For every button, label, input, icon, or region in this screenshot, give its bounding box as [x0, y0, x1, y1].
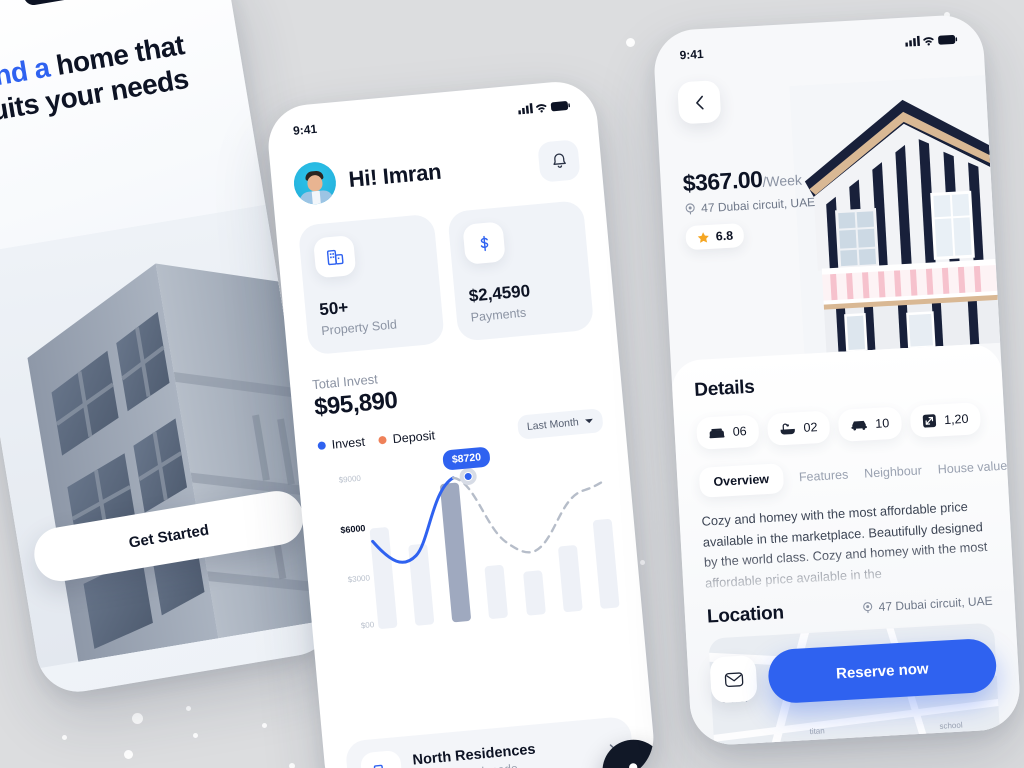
- tab-overview[interactable]: Overview: [698, 463, 784, 498]
- back-button[interactable]: [677, 80, 722, 125]
- invest-chart[interactable]: $9000 $6000 $3000 $00 $8720: [320, 446, 621, 651]
- price-block: $367.00/Week 47 Dubai circuit, UAE 6.8: [682, 163, 817, 251]
- chart-lines: [371, 476, 608, 564]
- stat-card-property-sold[interactable]: 50+ Property Sold: [297, 213, 445, 356]
- price-row: $367.00/Week: [682, 163, 814, 197]
- map-road: [708, 695, 1001, 743]
- decor-dot: [186, 706, 191, 711]
- car-icon: [851, 420, 867, 431]
- period-value: Last Month: [526, 416, 580, 433]
- status-time: 9:41: [679, 46, 705, 63]
- price-value: $367.00: [682, 165, 764, 197]
- greeting-row: Hi! Imran: [292, 138, 581, 206]
- user-icon: [629, 763, 638, 768]
- legend-item-invest: Invest: [317, 434, 366, 453]
- status-icons: [150, 0, 204, 2]
- building-icon: [359, 749, 404, 768]
- map-pin-icon: [863, 601, 873, 614]
- status-bar: 9:41: [653, 27, 984, 67]
- stats-row: 50+ Property Sold $2,4590 Payments: [297, 199, 595, 356]
- chip-value: 06: [732, 424, 748, 439]
- period-dropdown[interactable]: Last Month: [516, 408, 604, 440]
- rating-badge: 6.8: [685, 222, 745, 251]
- reserve-label: Reserve now: [835, 659, 929, 682]
- amenity-chips: 06 02 10 1,20: [695, 402, 983, 450]
- decor-dot: [640, 560, 645, 565]
- chip-bedrooms[interactable]: 06: [695, 414, 760, 450]
- location-address: 47 Dubai circuit, UAE: [861, 594, 993, 615]
- decor-dot: [124, 750, 133, 759]
- location-row: Location 47 Dubai circuit, UAE: [706, 591, 993, 629]
- decor-dot: [626, 38, 635, 47]
- chip-value: 1,20: [943, 411, 969, 428]
- map-label: titan: [809, 726, 825, 736]
- chevron-down-icon: [585, 418, 593, 424]
- legend-label: Invest: [331, 434, 366, 452]
- phone-dashboard: 9:41 Hi! Imran 50+ Property Sold $2,4590…: [264, 78, 658, 768]
- location-address-text: 47 Dubai circuit, UAE: [878, 593, 993, 614]
- building-icon: [312, 234, 357, 279]
- avatar[interactable]: [292, 160, 338, 206]
- decor-dot: [262, 723, 267, 728]
- y-tick: $3000: [347, 573, 371, 585]
- star-icon: [697, 231, 709, 243]
- signal-wifi-battery-icon: [905, 34, 958, 47]
- price-period: /Week: [762, 171, 803, 190]
- page-title: Find a home that suits your needs: [0, 25, 211, 132]
- rating-value: 6.8: [715, 228, 734, 244]
- details-heading: Details: [693, 376, 756, 401]
- details-sheet: Details 06 02 10 1,20 Overview Features …: [670, 342, 1022, 747]
- decor-dot: [193, 733, 198, 738]
- chevron-left-icon: [695, 95, 704, 109]
- property-description: Cozy and homey with the most affordable …: [701, 498, 988, 591]
- y-tick: $6000: [340, 522, 366, 536]
- notifications-button[interactable]: [537, 139, 581, 183]
- property-photo: [789, 75, 1001, 354]
- tab-house-value[interactable]: House value: [937, 459, 1007, 477]
- area-icon: [922, 414, 936, 428]
- y-tick: $9000: [338, 473, 362, 485]
- envelope-icon: [724, 671, 743, 687]
- bed-icon: [709, 428, 725, 439]
- details-tabs: Overview Features Neighbour House value: [698, 452, 1008, 498]
- chip-area[interactable]: 1,20: [909, 402, 982, 438]
- status-icons: [518, 98, 571, 118]
- mockup-stage: 9:41 Find a home that suits your needs: [0, 0, 1024, 768]
- bath-icon: [780, 423, 795, 435]
- map-pin-icon: [685, 203, 695, 215]
- legend-item-deposit: Deposit: [378, 428, 436, 447]
- decor-dot: [132, 713, 143, 724]
- greeting-text: Hi! Imran: [347, 158, 443, 193]
- signal-wifi-battery-icon: [518, 100, 570, 114]
- chip-value: 02: [803, 420, 818, 435]
- bell-icon: [552, 153, 566, 168]
- phone-details: 9:41 $367.00/Week 47 Dubai circuit, UAE …: [652, 13, 1022, 747]
- status-time: 9:41: [292, 121, 318, 138]
- y-tick: $00: [360, 620, 375, 631]
- legend-label: Deposit: [392, 428, 436, 447]
- tab-features[interactable]: Features: [799, 468, 849, 485]
- get-started-label: Get Started: [127, 521, 211, 552]
- stat-card-payments[interactable]: $2,4590 Payments: [447, 199, 595, 342]
- house-illustration: [789, 75, 1001, 354]
- dollar-icon: [462, 221, 506, 265]
- status-icons: [905, 32, 958, 50]
- decor-dot: [62, 735, 67, 740]
- chip-parking[interactable]: 10: [837, 406, 903, 442]
- decor-dot: [289, 763, 295, 768]
- message-button[interactable]: [709, 654, 758, 704]
- address-text: 47 Dubai circuit, UAE: [700, 194, 816, 216]
- chip-value: 10: [874, 416, 890, 431]
- chip-bathrooms[interactable]: 02: [766, 410, 831, 446]
- map-label: school: [939, 720, 963, 731]
- location-heading: Location: [706, 602, 785, 628]
- property-address: 47 Dubai circuit, UAE: [684, 194, 816, 216]
- tab-neighbour[interactable]: Neighbour: [864, 463, 922, 480]
